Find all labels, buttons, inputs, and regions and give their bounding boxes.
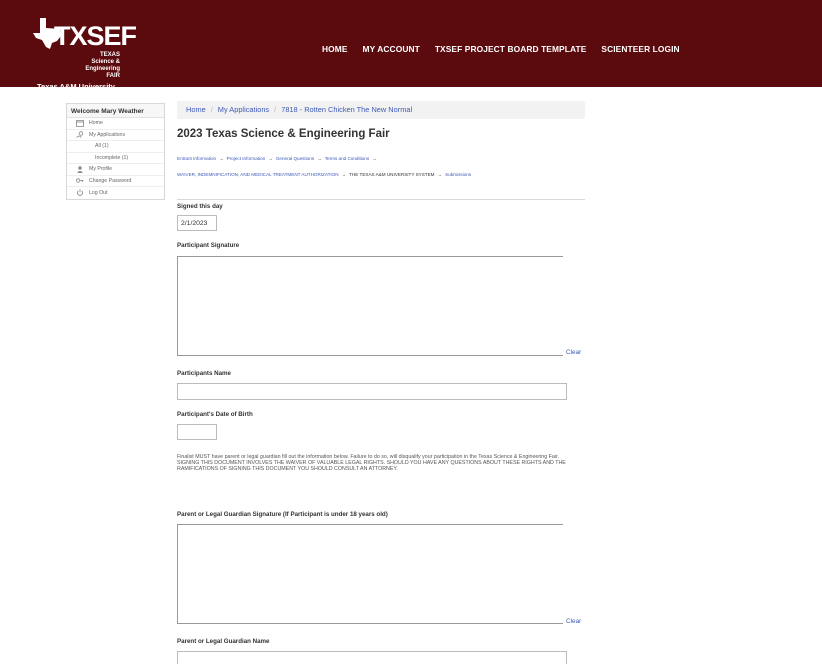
date-of-birth-label: Participant's Date of Birth — [177, 411, 253, 418]
participant-name-input[interactable] — [177, 383, 567, 400]
sidebar-item-my-applications[interactable]: My Applications — [67, 130, 164, 141]
sidebar-item-all[interactable]: All (1) — [67, 141, 164, 153]
nav-my-account[interactable]: MY ACCOUNT — [363, 44, 420, 54]
txsef-logo[interactable]: TXSEF TEXAS Science & Engineering FAIR T… — [30, 14, 137, 91]
step-current-tamus: THE TEXAS A&M UNIVERSITY SYSTEM — [349, 172, 435, 177]
arrow-icon: → — [437, 172, 443, 177]
guardian-signature-pad[interactable] — [177, 524, 563, 624]
sidebar-item-home[interactable]: Home — [67, 118, 164, 130]
breadcrumb: Home / My Applications / 7818 - Rotten Chick… — [177, 101, 585, 119]
sidebar-item-label: Change Password — [89, 177, 132, 184]
breadcrumb-separator: / — [274, 105, 277, 114]
sidebar-item-log-out[interactable]: Log Out — [67, 187, 164, 199]
sidebar-item-label: Home — [89, 120, 103, 127]
step-submissions[interactable]: Submissions — [445, 172, 471, 177]
logo-subtitle-line2: Engineering FAIR — [85, 66, 120, 79]
university-name: Texas A&M University — [37, 82, 115, 91]
sidebar-item-incomplete[interactable]: Incomplete (1) — [67, 153, 164, 164]
breadcrumb-my-applications[interactable]: My Applications — [218, 105, 269, 114]
arrow-icon: → — [341, 172, 347, 177]
main-nav: HOME MY ACCOUNT TXSEF PROJECT BOARD TEMP… — [322, 44, 680, 54]
breadcrumb-home[interactable]: Home — [186, 105, 206, 114]
section-divider — [177, 199, 585, 200]
participant-signature-label: Participant Signature — [177, 242, 240, 249]
guardian-signature-clear-link[interactable]: Clear — [566, 618, 581, 625]
signed-date-input[interactable] — [177, 215, 217, 231]
logo-title: TXSEF — [54, 21, 137, 51]
breadcrumb-current-application[interactable]: 7818 - Rotten Chicken The New Normal — [281, 105, 412, 114]
arrow-icon: → — [268, 156, 273, 161]
step-general-questions[interactable]: General Questions — [276, 156, 314, 161]
sidebar-item-label: Incomplete (1) — [95, 154, 129, 161]
logo-subtitle-line1: TEXAS Science & — [91, 52, 120, 65]
participant-name-label: Participants Name — [177, 370, 231, 377]
date-of-birth-input[interactable] — [177, 424, 217, 440]
sidebar-item-label: All (1) — [95, 143, 109, 150]
key-icon — [76, 177, 84, 184]
nav-home[interactable]: HOME — [322, 44, 348, 54]
form-steps-row1: Entrant Information → Project Information →… — [177, 156, 380, 161]
sidebar-item-label: My Applications — [89, 131, 126, 138]
arrow-icon: → — [219, 156, 224, 161]
step-entrant-information[interactable]: Entrant Information — [177, 156, 216, 161]
guardian-name-input[interactable] — [177, 651, 567, 664]
sidebar-welcome: Welcome Mary Weather — [67, 104, 164, 118]
participant-signature-clear-link[interactable]: Clear — [566, 349, 581, 356]
user-icon — [76, 166, 84, 173]
nav-scienteer-login[interactable]: SCIENTEER LOGIN — [601, 44, 679, 54]
sidebar-item-label: Log Out — [89, 189, 108, 196]
page-title: 2023 Texas Science & Engineering Fair — [177, 128, 390, 140]
step-waiver[interactable]: WAIVER, INDEMNIFICATION, AND MEDICAL TRE… — [177, 172, 339, 177]
form-steps-row2: WAIVER, INDEMNIFICATION, AND MEDICAL TRE… — [177, 172, 471, 177]
logo-subtitle: TEXAS Science & Engineering FAIR — [80, 52, 120, 80]
step-terms-and-conditions[interactable]: Terms and Conditions — [325, 156, 369, 161]
participant-signature-pad[interactable] — [177, 256, 563, 356]
guardian-notice-text: Finalist MUST have parent or legal guard… — [177, 454, 566, 473]
home-icon — [76, 119, 84, 127]
sidebar-item-label: My Profile — [89, 166, 113, 173]
sidebar-item-my-profile[interactable]: My Profile — [67, 164, 164, 176]
signed-date-label: Signed this day — [177, 203, 223, 210]
nav-project-board-template[interactable]: TXSEF PROJECT BOARD TEMPLATE — [435, 44, 587, 54]
arrow-icon: → — [372, 156, 377, 161]
power-icon — [76, 189, 84, 197]
applications-icon — [76, 131, 84, 139]
step-project-information[interactable]: Project Information — [227, 156, 266, 161]
guardian-signature-label: Parent or Legal Guardian Signature (If P… — [177, 511, 388, 518]
site-header: TXSEF TEXAS Science & Engineering FAIR T… — [0, 0, 822, 91]
sidebar-item-change-password[interactable]: Change Password — [67, 176, 164, 187]
guardian-name-label: Parent or Legal Guardian Name — [177, 638, 270, 645]
arrow-icon: → — [317, 156, 322, 161]
breadcrumb-separator: / — [210, 105, 213, 114]
sidebar: Welcome Mary Weather Home My Application… — [66, 103, 165, 200]
